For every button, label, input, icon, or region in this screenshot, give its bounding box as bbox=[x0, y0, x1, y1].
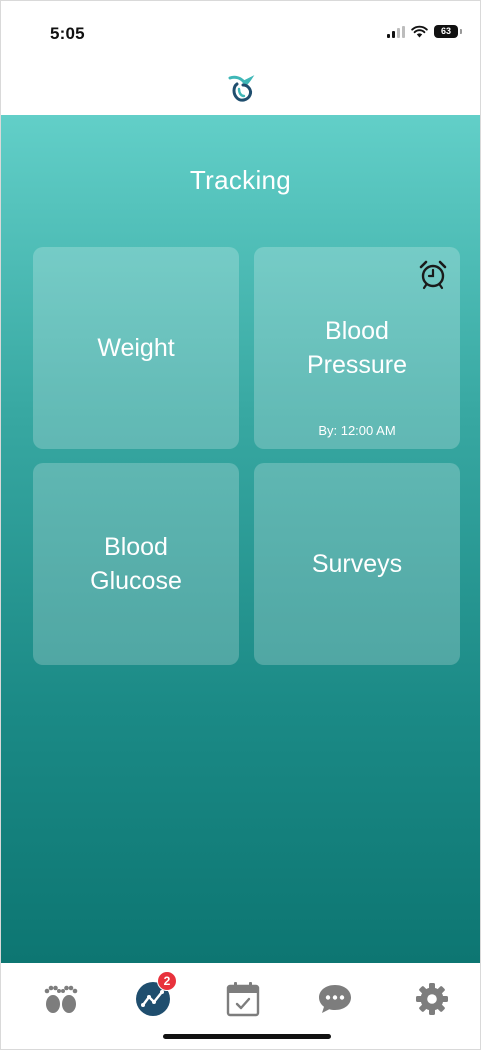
tile-blood-pressure[interactable]: Blood Pressure By: 12:00 AM bbox=[254, 247, 460, 449]
status-time: 5:05 bbox=[50, 24, 85, 43]
cellular-signal-icon bbox=[387, 25, 405, 38]
tile-label: Surveys bbox=[311, 550, 403, 578]
tile-blood-glucose[interactable]: Blood Glucose bbox=[33, 463, 239, 665]
tab-tracking[interactable]: 2 bbox=[131, 971, 177, 1021]
tile-label: Blood Glucose bbox=[90, 533, 182, 595]
tab-home[interactable] bbox=[39, 977, 83, 1021]
status-icons: 63 bbox=[387, 25, 462, 38]
page-title: Tracking bbox=[189, 165, 292, 195]
tile-label: Weight bbox=[97, 334, 175, 362]
calendar-check-icon bbox=[226, 982, 260, 1017]
notification-badge: 2 bbox=[157, 971, 177, 991]
app-header bbox=[1, 63, 480, 115]
tab-bar: 2 bbox=[1, 963, 480, 1049]
wifi-icon bbox=[411, 25, 428, 38]
tile-surveys[interactable]: Surveys bbox=[254, 463, 460, 665]
phone-screen: 5:05 63 Tracking Weight Blood Pressure B… bbox=[0, 0, 481, 1050]
hummingbird-logo-icon bbox=[228, 75, 254, 102]
home-indicator[interactable] bbox=[163, 1034, 331, 1039]
tab-messages[interactable] bbox=[313, 977, 357, 1021]
gear-icon bbox=[416, 983, 448, 1015]
tile-weight[interactable]: Weight bbox=[33, 247, 239, 449]
chat-bubble-icon bbox=[319, 985, 351, 1013]
tab-settings[interactable] bbox=[410, 977, 454, 1021]
status-bar: 5:05 63 bbox=[1, 1, 480, 63]
footprints-icon bbox=[44, 985, 78, 1013]
tile-label: Blood Pressure bbox=[306, 317, 408, 379]
tracking-main: Tracking Weight Blood Pressure By: 12:00… bbox=[1, 115, 480, 963]
tile-due-time: By: 12:00 AM bbox=[318, 423, 396, 438]
tab-tasks[interactable] bbox=[221, 977, 265, 1021]
battery-icon: 63 bbox=[434, 25, 462, 38]
alarm-clock-icon bbox=[419, 260, 447, 290]
